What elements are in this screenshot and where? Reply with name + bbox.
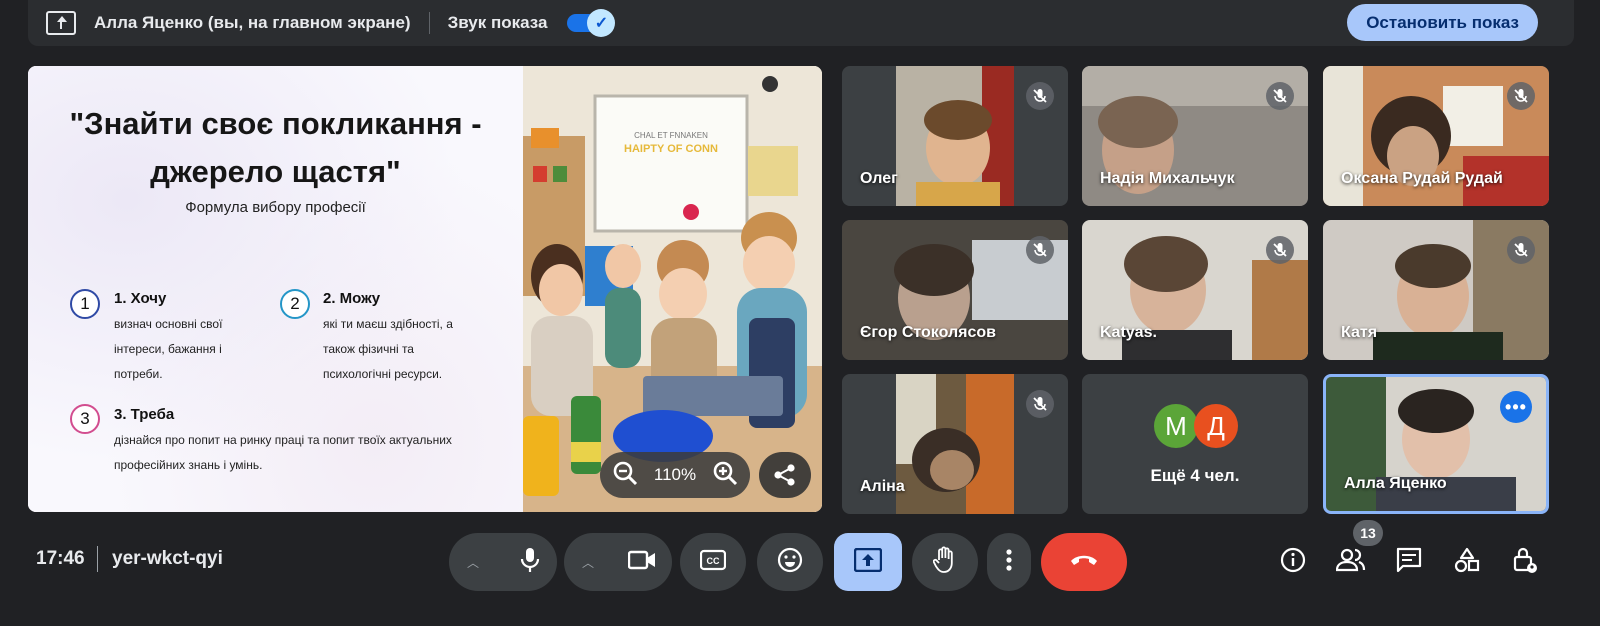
- host-controls-icon[interactable]: [1509, 544, 1541, 576]
- more-participants-tile[interactable]: М Д Ещё 4 чел.: [1082, 374, 1308, 514]
- current-time: 17:46: [36, 548, 85, 569]
- emoji-icon: [777, 547, 803, 578]
- participant-name: Надія Михальчук: [1100, 170, 1235, 187]
- camera-control[interactable]: ︿: [564, 533, 672, 591]
- mic-off-icon: [1266, 82, 1294, 110]
- captions-icon: CC: [699, 549, 727, 576]
- raise-hand-icon: [932, 546, 957, 579]
- participant-name: Олег: [860, 170, 898, 187]
- microphone-control[interactable]: ︿: [449, 533, 557, 591]
- present-screen-button[interactable]: [834, 533, 902, 591]
- end-call-icon: [1069, 553, 1099, 572]
- slide-title: "Знайти своє покликання - джерело щастя": [69, 106, 482, 189]
- meeting-code: yer-wkct-qyi: [112, 548, 223, 569]
- slide-subtitle: Формула вибору професії: [185, 199, 366, 216]
- presenter-label: Алла Яценко (вы, на главном экране): [94, 13, 411, 32]
- participant-name: Єгор Стоколясов: [860, 324, 996, 341]
- check-icon: ✓: [587, 9, 616, 37]
- participant-count-badge: 13: [1353, 520, 1383, 546]
- slide-zoom-controls: 110%: [600, 452, 750, 498]
- svg-text:HAIPTY OF CONN: HAIPTY OF CONN: [624, 143, 718, 155]
- captions-button[interactable]: CC: [680, 533, 746, 591]
- step-text-can: які ти маєш здібності, а також фізичні т…: [323, 317, 453, 381]
- participant-name: Катя: [1341, 324, 1378, 341]
- participant-tile[interactable]: Katyas.: [1082, 220, 1308, 360]
- classroom-children-image: CHAL ET FNNAKEN HAIPTY OF CONN: [523, 66, 822, 512]
- mic-off-icon: [1026, 82, 1054, 110]
- avatar: М: [1154, 404, 1198, 448]
- step-number-3: 3: [70, 404, 100, 434]
- present-screen-icon: [853, 547, 883, 577]
- raise-hand-button[interactable]: [912, 533, 978, 591]
- participant-name: Katyas.: [1100, 324, 1157, 341]
- participant-tile[interactable]: Єгор Стоколясов: [842, 220, 1068, 360]
- participant-video: [896, 374, 1014, 514]
- zoom-level: 110%: [653, 465, 697, 484]
- leave-call-button[interactable]: [1041, 533, 1127, 591]
- step-heading-can: 2. Можу: [323, 290, 381, 307]
- more-participants-label: Ещё 4 чел.: [1150, 466, 1240, 485]
- more-options-icon[interactable]: •••: [1500, 391, 1532, 423]
- activities-icon[interactable]: [1451, 544, 1483, 576]
- presenting-bar: Алла Яценко (вы, на главном экране) Звук…: [28, 0, 1574, 46]
- participant-name: Аліна: [860, 478, 905, 495]
- step-text-need: дізнайся про попит на ринку праці та поп…: [114, 433, 452, 472]
- step-heading-want: 1. Хочу: [114, 290, 167, 307]
- chevron-up-icon[interactable]: ︿: [582, 554, 594, 571]
- zoom-in-icon[interactable]: [712, 460, 738, 491]
- presentation-sound-label: Звук показа: [447, 13, 548, 32]
- mic-off-icon: [1026, 390, 1054, 418]
- divider: [97, 546, 98, 572]
- step-heading-need: 3. Треба: [114, 406, 175, 423]
- microphone-icon[interactable]: [519, 547, 541, 578]
- participant-video: [896, 66, 1014, 206]
- step-text-want: визнач основні свої інтереси, бажання і …: [114, 317, 223, 381]
- mic-off-icon: [1266, 236, 1294, 264]
- present-screen-icon: [46, 11, 76, 35]
- stop-presenting-button[interactable]: Остановить показ: [1347, 4, 1538, 41]
- presentation-sound-toggle[interactable]: ✓: [567, 9, 616, 37]
- participant-tile[interactable]: Надія Михальчук: [1082, 66, 1308, 206]
- mic-off-icon: [1026, 236, 1054, 264]
- zoom-out-icon[interactable]: [612, 460, 638, 491]
- chevron-up-icon[interactable]: ︿: [467, 554, 479, 571]
- participant-tile[interactable]: Оксана Рудай Рудай: [1323, 66, 1549, 206]
- people-icon[interactable]: [1335, 544, 1367, 576]
- meeting-details-icon[interactable]: [1277, 544, 1309, 576]
- participant-tile[interactable]: Катя: [1323, 220, 1549, 360]
- svg-text:CHAL ET FNNAKEN: CHAL ET FNNAKEN: [634, 131, 708, 140]
- mic-off-icon: [1507, 82, 1535, 110]
- more-options-button[interactable]: [987, 533, 1031, 591]
- shared-presentation: "Знайти своє покликання - джерело щастя"…: [28, 66, 822, 512]
- svg-text:CC: CC: [707, 556, 720, 566]
- step-number-1: 1: [70, 289, 100, 319]
- more-vert-icon: [1006, 548, 1012, 577]
- chat-icon[interactable]: [1393, 544, 1425, 576]
- participant-name: Оксана Рудай Рудай: [1341, 170, 1503, 187]
- emoji-reactions-button[interactable]: [757, 533, 823, 591]
- participant-tile[interactable]: Олег: [842, 66, 1068, 206]
- mic-off-icon: [1507, 236, 1535, 264]
- participant-name: Алла Яценко: [1344, 475, 1447, 492]
- share-icon[interactable]: [759, 452, 811, 498]
- step-number-2: 2: [280, 289, 310, 319]
- camera-icon[interactable]: [627, 549, 656, 576]
- slide-illustration: CHAL ET FNNAKEN HAIPTY OF CONN: [523, 66, 822, 512]
- self-participant-tile[interactable]: ••• Алла Яценко: [1323, 374, 1549, 514]
- divider: [428, 12, 430, 34]
- avatar: Д: [1194, 404, 1238, 448]
- participant-tile[interactable]: Аліна: [842, 374, 1068, 514]
- slide-text-panel: "Знайти своє покликання - джерело щастя"…: [28, 66, 523, 512]
